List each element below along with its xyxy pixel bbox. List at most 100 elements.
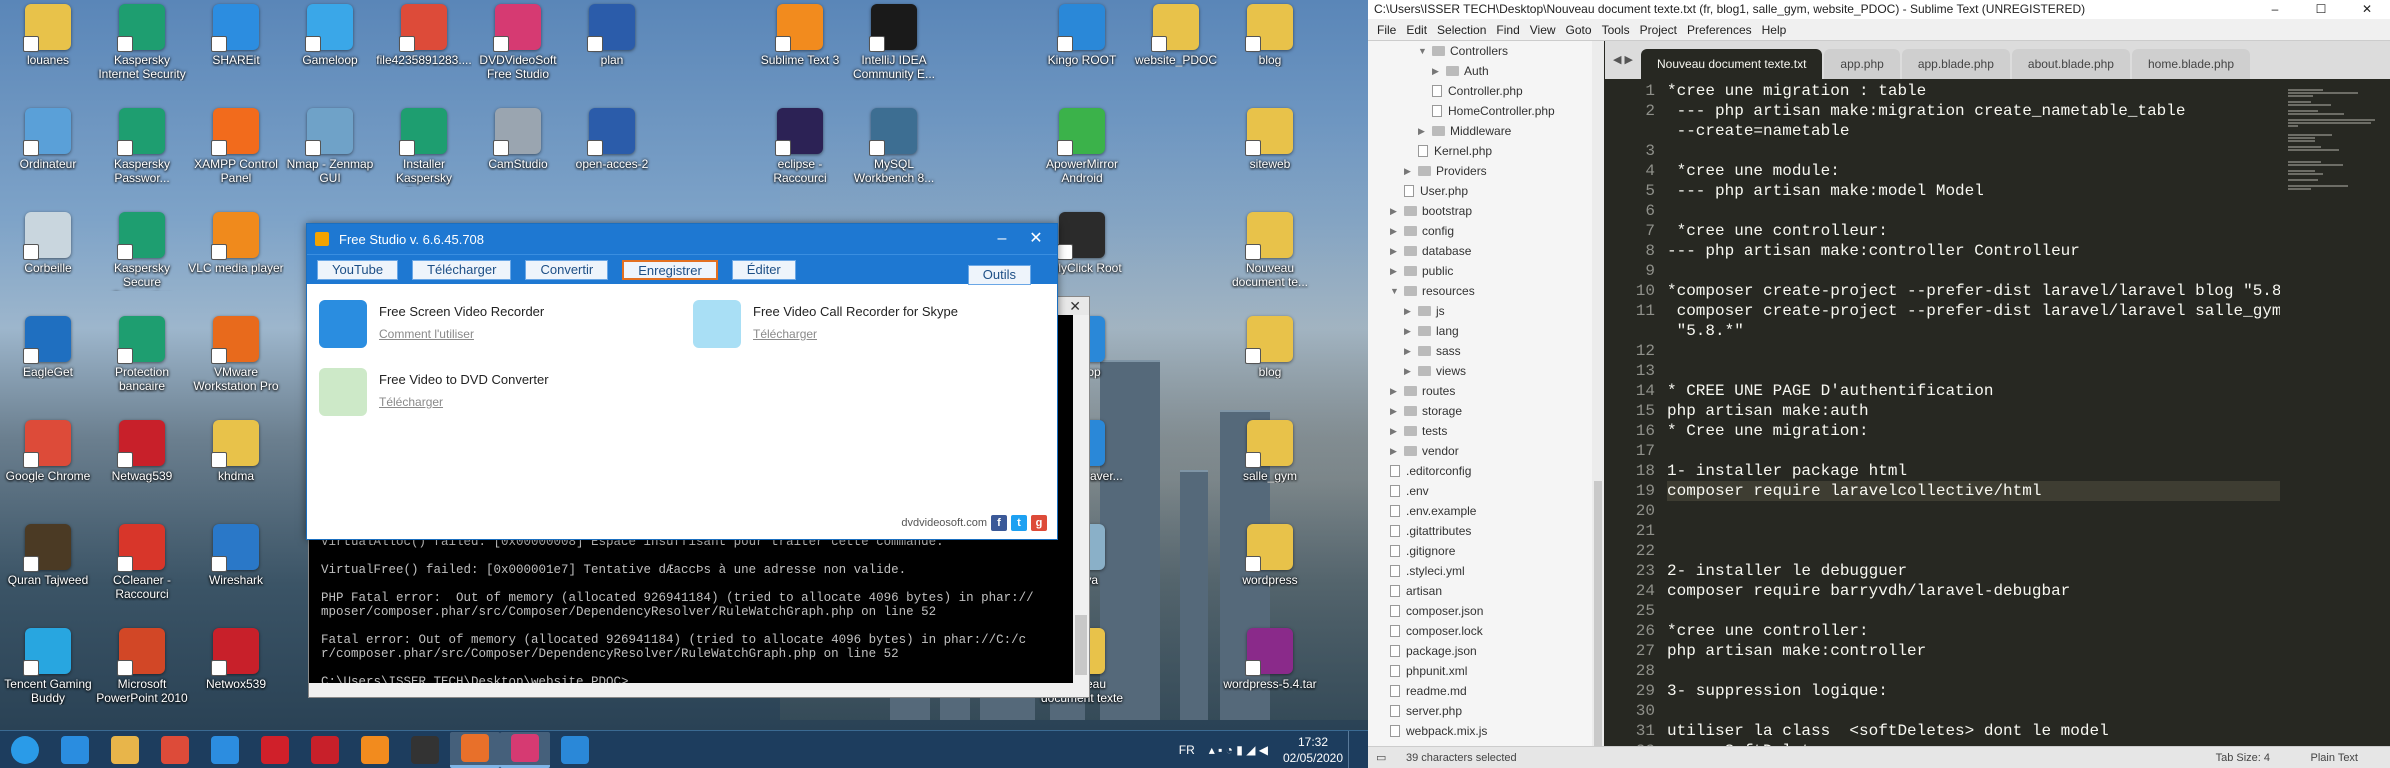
code-line[interactable]: --- php artisan make:migration create_na… [1667,101,2186,121]
desktop-icon[interactable]: wordpress [1222,520,1318,587]
sidebar-folder[interactable]: ▶ bootstrap [1390,201,1472,221]
language-indicator[interactable]: FR [1179,743,1195,757]
code-line[interactable]: "5.8.*" [1667,321,1744,341]
taskbar-filezilla-button[interactable] [300,732,350,768]
desktop-icon[interactable]: Nouveau document te... [1222,208,1318,289]
desktop-icon[interactable]: Protection bancaire [94,312,190,393]
editor-tab[interactable]: about.blade.php [2011,49,2130,79]
chevron-icon[interactable]: ▶ [1390,221,1400,241]
desktop-icon[interactable]: salle_gym [1222,416,1318,483]
desktop-icon[interactable]: CCleaner - Raccourci [94,520,190,601]
sidebar-folder[interactable]: ▼ Controllers [1418,41,1508,61]
menu-view[interactable]: View [1525,23,1561,37]
sidebar-file[interactable]: .gitattributes [1390,521,1471,541]
status-tab-size[interactable]: Tab Size: 4 [2216,747,2270,768]
sidebar-folder[interactable]: ▶ routes [1390,381,1455,401]
footer-link[interactable]: dvdvideosoft.com [901,517,987,529]
sidebar-file[interactable]: artisan [1390,581,1442,601]
sidebar-folder[interactable]: ▶ Middleware [1418,121,1511,141]
desktop-icon[interactable]: open-acces-2 [564,104,660,171]
menu-selection[interactable]: Selection [1432,23,1491,37]
sidebar-file[interactable]: User.php [1404,181,1468,201]
menu-convertir-button[interactable]: Convertir [525,259,609,280]
chevron-icon[interactable]: ▶ [1390,241,1400,261]
status-syntax[interactable]: Plain Text [2311,747,2359,768]
code-line[interactable]: *cree une module: [1667,161,1840,181]
taskbar-file-explorer-button[interactable] [100,732,150,768]
sidebar-file[interactable]: Kernel.php [1418,141,1492,161]
code-line[interactable]: php artisan make:controller [1667,641,1926,661]
chevron-icon[interactable]: ▶ [1390,421,1400,441]
code-line[interactable]: 1- installer package html [1667,461,1907,481]
chevron-icon[interactable]: ▼ [1418,41,1428,61]
sidebar-folder[interactable]: ▶ sass [1404,341,1461,361]
chevron-icon[interactable]: ▶ [1390,201,1400,221]
desktop-icon[interactable]: blog [1222,0,1318,67]
desktop-icon[interactable]: VLC media player [188,208,284,275]
desktop-icon[interactable]: EagleGet [0,312,96,379]
desktop-icon[interactable]: blog [1222,312,1318,379]
taskbar-opera-button[interactable] [250,732,300,768]
chevron-icon[interactable]: ▶ [1390,381,1400,401]
desktop-icon[interactable]: Kingo ROOT [1034,0,1130,67]
menu-find[interactable]: Find [1491,23,1524,37]
sidebar-file[interactable]: composer.json [1390,601,1483,621]
desktop-icon[interactable]: website_PDOC [1128,0,1224,67]
item-link[interactable]: Télécharger [379,395,549,409]
sidebar-file[interactable]: readme.md [1390,681,1467,701]
chevron-icon[interactable]: ▶ [1404,161,1414,181]
status-icon[interactable]: ▭ [1376,747,1386,768]
sidebar-folder[interactable]: ▼ resources [1390,281,1475,301]
code-line[interactable]: *cree une controlleur: [1667,221,1888,241]
desktop-icon[interactable]: Kaspersky Passwor... [94,104,190,185]
desktop-icon[interactable]: plan [564,0,660,67]
taskbar-command-prompt-button[interactable] [400,732,450,768]
desktop-icon[interactable]: Ordinateur [0,104,96,171]
code-line[interactable]: 2- installer le debugguer [1667,561,1907,581]
taskbar-camstudio-button[interactable] [550,732,600,768]
tab-nav-icon[interactable]: ◀ ▶ [1605,41,1641,79]
desktop-icon[interactable]: Quran Tajweed [0,520,96,587]
desktop-icon[interactable]: DVDVideoSoft Free Studio [470,0,566,81]
show-desktop-button[interactable] [1348,731,1368,768]
sidebar-file[interactable]: HomeController.php [1432,101,1555,121]
menu-youtube-button[interactable]: YouTube [317,259,399,280]
desktop-icon[interactable]: Installer Kaspersky Secu... [376,104,472,187]
console-vertical-scrollbar[interactable] [1073,315,1089,697]
desktop-icon[interactable]: louanes [0,0,96,67]
close-icon[interactable]: ✕ [1021,228,1051,250]
chevron-icon[interactable]: ▶ [1432,61,1442,81]
close-icon[interactable]: ✕ [2344,0,2390,19]
code-line[interactable]: *cree une controller: [1667,621,1869,641]
sidebar-folder[interactable]: ▶ views [1404,361,1466,381]
minimap[interactable] [2280,79,2390,746]
code-line[interactable]: utiliser la class <softDeletes> dont le … [1667,721,2109,741]
sidebar-file[interactable]: .env.example [1390,501,1476,521]
menu-telecharger-button[interactable]: Télécharger [412,259,512,280]
desktop-icon[interactable]: Tencent Gaming Buddy [0,624,96,705]
desktop-icon[interactable]: VMware Workstation Pro [188,312,284,393]
screen-recorder-item[interactable]: Free Screen Video Recorder Comment l'uti… [319,300,544,348]
code-line[interactable]: composer create-project --prefer-dist la… [1667,301,2280,321]
taskbar-sublime-text-button[interactable] [350,732,400,768]
code-line[interactable]: 3- suppression logique: [1667,681,1888,701]
desktop-icon[interactable]: eclipse - Raccourci [752,104,848,185]
desktop-icon[interactable]: Nmap - Zenmap GUI [282,104,378,185]
sidebar-file[interactable]: webpack.mix.js [1390,721,1487,741]
desktop-icon[interactable]: Corbeille [0,208,96,275]
sidebar-file[interactable]: .env [1390,481,1429,501]
menu-editer-button[interactable]: Éditer [731,259,796,280]
sidebar-folder[interactable]: ▶ Auth [1432,61,1489,81]
taskbar-windows-start-button[interactable] [0,732,50,768]
code-editor[interactable]: *cree une migration : table --- php arti… [1667,79,2280,746]
menu-edit[interactable]: Edit [1401,23,1432,37]
sidebar-folder[interactable]: ▶ database [1390,241,1471,261]
desktop-icon[interactable]: Microsoft PowerPoint 2010 [94,624,190,705]
clock[interactable]: 17:32 02/05/2020 [1278,734,1348,766]
chevron-icon[interactable]: ▶ [1404,361,1414,381]
sidebar-folder[interactable]: ▶ js [1404,301,1445,321]
code-line[interactable]: composer require laravelcollective/html [1667,481,2041,501]
taskbar-dvdvideosoft-button[interactable] [450,731,500,768]
code-line[interactable]: *cree une migration : table [1667,81,1926,101]
chevron-icon[interactable]: ▶ [1390,401,1400,421]
